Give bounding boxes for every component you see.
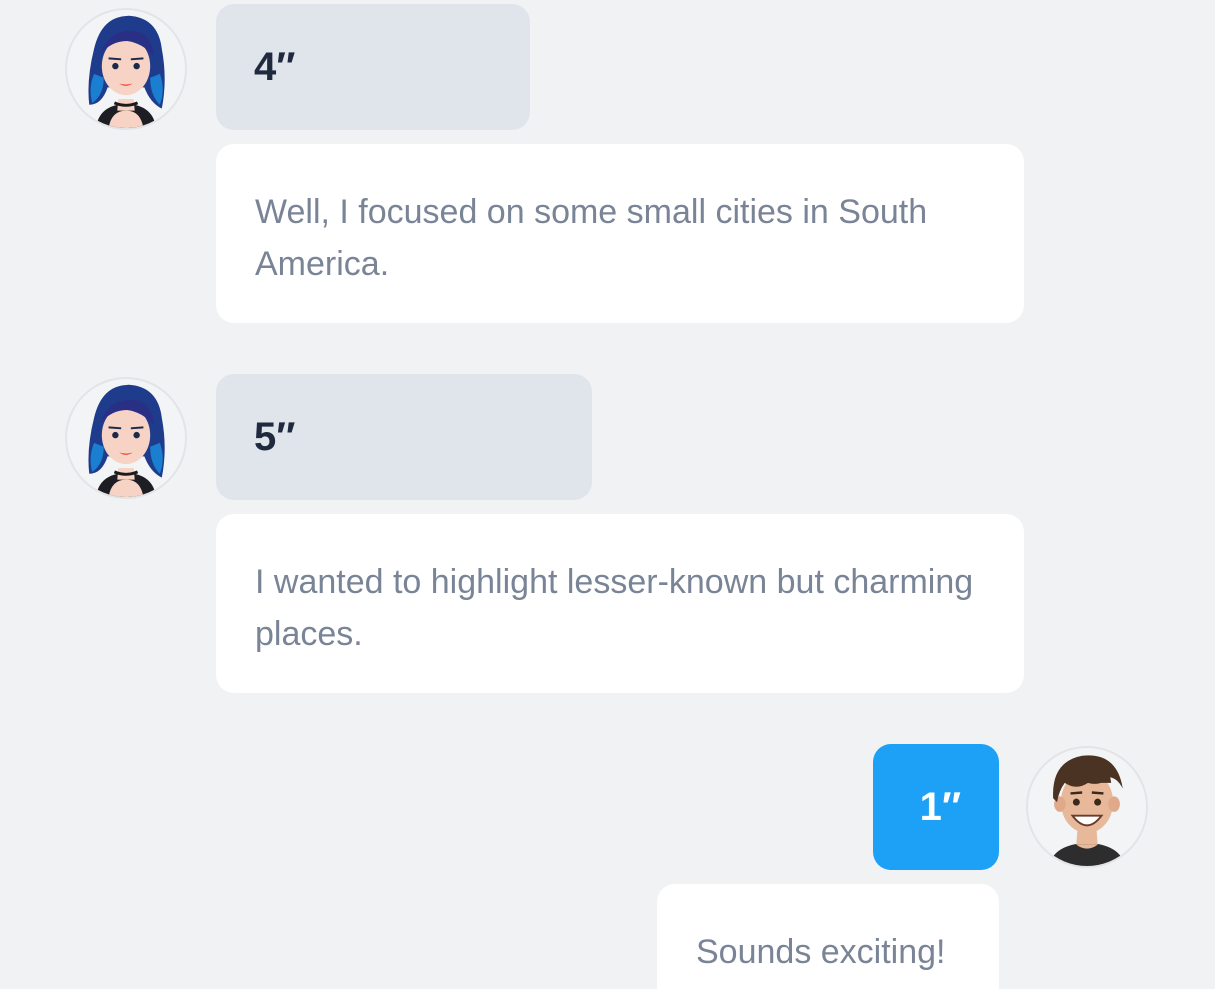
message-bubble: Well, I focused on some small cities in … [216,144,1024,323]
voice-duration-badge[interactable]: 5″ [216,374,592,500]
message-bubble: Sounds exciting! [657,884,999,989]
voice-duration-badge[interactable]: 4″ [216,4,530,130]
chat-thread: 4″ Well, I focused on some small cities … [0,0,1215,989]
voice-duration-badge[interactable]: 1″ [873,744,999,870]
contact-avatar-icon[interactable] [65,377,187,499]
contact-avatar-icon[interactable] [65,8,187,130]
message-bubble: I wanted to highlight lesser-known but c… [216,514,1024,693]
self-avatar-icon[interactable] [1026,746,1148,868]
